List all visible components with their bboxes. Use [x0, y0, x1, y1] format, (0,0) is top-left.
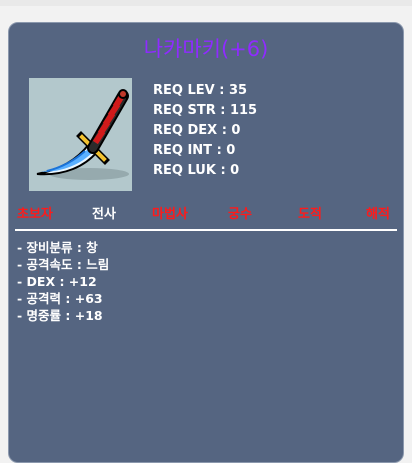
job-pirate: 해적: [366, 207, 390, 222]
req-int: REQ INT : 0: [153, 143, 236, 158]
req-dex: REQ DEX : 0: [153, 123, 241, 138]
job-restrictions: 초보자 전사 마법사 궁수 도적 해적: [9, 203, 403, 225]
item-stats: - 장비분류 : 창 - 공격속도 : 느림 - DEX : +12 - 공격력…: [17, 239, 109, 324]
item-tooltip-panel: 나카마키(+6) REQ LEV : 35 REQ STR : 115 REQ …: [8, 22, 404, 463]
top-strip: [0, 0, 412, 6]
job-magician: 마법사: [152, 207, 188, 222]
requirements-list: REQ LEV : 35 REQ STR : 115 REQ DEX : 0 R…: [153, 81, 257, 181]
item-art: [29, 78, 132, 191]
req-level: REQ LEV : 35: [153, 83, 248, 98]
stat-accuracy: - 명중률 : +18: [17, 308, 103, 323]
stat-category: - 장비분류 : 창: [17, 240, 98, 255]
req-luk: REQ LUK : 0: [153, 163, 240, 178]
item-name: 나카마키(+6): [143, 37, 269, 61]
job-thief: 도적: [298, 207, 322, 222]
job-bowman: 궁수: [228, 207, 252, 222]
stat-attack-speed: - 공격속도 : 느림: [17, 257, 110, 272]
req-str: REQ STR : 115: [153, 103, 258, 118]
job-beginner: 초보자: [17, 207, 53, 222]
stat-dex: - DEX : +12: [17, 274, 97, 289]
dagger-icon: [29, 78, 132, 191]
divider: [15, 229, 397, 231]
stat-attack: - 공격력 : +63: [17, 291, 103, 306]
job-warrior: 전사: [92, 207, 116, 222]
